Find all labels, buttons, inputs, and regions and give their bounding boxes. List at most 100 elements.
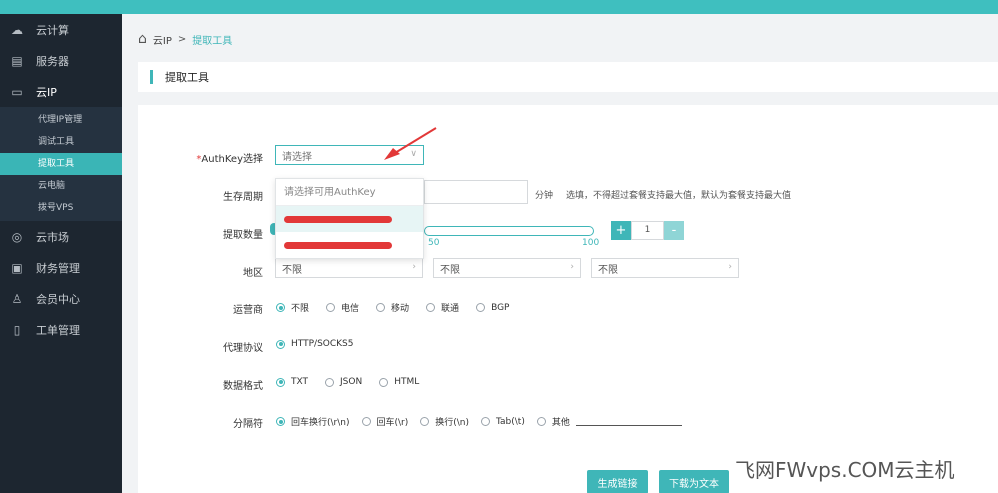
format-option-json[interactable]: JSON — [325, 377, 362, 387]
finance-icon: ▣ — [11, 260, 23, 275]
download-text-button[interactable]: 下载为文本 — [659, 470, 729, 493]
server-icon: ▤ — [11, 53, 23, 68]
sidebar-subitem-proxy-ip[interactable]: 代理IP管理 — [0, 109, 122, 131]
sidebar-item-label: 财务管理 — [36, 261, 80, 275]
dropdown-option[interactable] — [276, 206, 423, 232]
isp-option-unicom[interactable]: 联通 — [426, 301, 459, 314]
sidebar-item-label: 云IP — [36, 85, 57, 99]
slider-tick-mid: 50 — [428, 238, 440, 248]
radio-icon[interactable] — [326, 303, 336, 312]
breadcrumb-root[interactable]: 云IP — [153, 32, 172, 47]
region-select-2[interactable]: 不限 › — [433, 258, 581, 278]
sidebar-subitem-dial-vps[interactable]: 拨号VPS — [0, 197, 122, 219]
authkey-select-value: 请选择 — [282, 151, 312, 163]
separator-option-cr[interactable]: 回车(\r) — [361, 415, 409, 428]
option-label: HTML — [394, 377, 420, 387]
separator-label: 分隔符 — [233, 419, 263, 430]
sidebar-item-label: 服务器 — [36, 54, 69, 68]
sidebar-item-label: 云市场 — [36, 230, 69, 244]
sidebar-item-cloud-ip[interactable]: ▭ 云IP — [0, 76, 122, 107]
isp-option-mobile[interactable]: 移动 — [376, 301, 409, 314]
region-select-value: 不限 — [282, 264, 302, 276]
option-label: 电信 — [341, 304, 360, 314]
option-label: Tab(\t) — [496, 416, 525, 427]
sidebar-subitem-debug-tool[interactable]: 调试工具 — [0, 131, 122, 153]
isp-option-any[interactable]: 不限 — [276, 301, 309, 314]
sidebar-item-ticket[interactable]: ▯ 工单管理 — [0, 314, 122, 345]
separator-option-other[interactable]: 其他 — [536, 415, 570, 428]
slider-tick-max: 100 — [582, 238, 600, 248]
radio-icon[interactable] — [276, 303, 285, 312]
lifetime-label: 生存周期 — [223, 192, 263, 203]
separator-option-tab[interactable]: Tab(\t) — [481, 417, 525, 427]
radio-icon[interactable] — [426, 303, 436, 312]
page-title-bar: 提取工具 — [138, 62, 998, 92]
option-label: 联通 — [441, 304, 460, 314]
dropdown-placeholder: 请选择可用AuthKey — [276, 179, 423, 206]
radio-icon[interactable] — [536, 417, 546, 426]
radio-icon[interactable] — [325, 377, 335, 387]
sidebar-item-label: 工单管理 — [36, 323, 80, 337]
home-icon[interactable]: ⌂ — [138, 31, 147, 47]
sidebar-item-finance[interactable]: ▣ 财务管理 — [0, 252, 122, 283]
radio-icon[interactable] — [276, 417, 285, 426]
sidebar-submenu-cloud-ip: 代理IP管理 调试工具 提取工具 云电脑 拨号VPS — [0, 107, 122, 221]
option-label: BGP — [491, 302, 510, 313]
globe-icon: ◎ — [11, 229, 23, 244]
breadcrumb: ⌂ 云IP > 提取工具 — [138, 26, 232, 52]
quantity-stepper[interactable]: 1 — [631, 221, 664, 240]
protocol-label: 代理协议 — [223, 343, 263, 354]
sidebar-item-server[interactable]: ▤ 服务器 — [0, 45, 122, 76]
radio-icon[interactable] — [376, 303, 386, 312]
sidebar-item-cloud-compute[interactable]: ☁ 云计算 — [0, 14, 122, 45]
region-select-1[interactable]: 不限 › — [275, 258, 423, 278]
option-label: HTTP/SOCKS5 — [291, 339, 354, 349]
decrement-button[interactable]: - — [664, 221, 684, 240]
radio-icon[interactable] — [276, 339, 285, 349]
quantity-slider-track[interactable] — [424, 226, 594, 236]
chevron-right-icon: › — [570, 262, 574, 272]
radio-icon[interactable] — [276, 377, 285, 387]
radio-icon[interactable] — [476, 303, 486, 312]
separator-option-lf[interactable]: 换行(\n) — [420, 415, 469, 428]
chevron-right-icon: › — [728, 262, 732, 272]
option-label: 换行(\n) — [435, 418, 470, 428]
protocol-option-http-socks5[interactable]: HTTP/SOCKS5 — [276, 339, 354, 349]
increment-button[interactable]: + — [611, 221, 631, 240]
sidebar-item-member[interactable]: ♙ 会员中心 — [0, 283, 122, 314]
authkey-label: *AuthKey选择 — [183, 150, 263, 165]
format-label: 数据格式 — [223, 381, 263, 392]
separator-option-crlf[interactable]: 回车换行(\r\n) — [276, 415, 350, 428]
sidebar-item-label: 云计算 — [36, 23, 69, 37]
authkey-dropdown: 请选择可用AuthKey — [275, 178, 424, 259]
radio-icon[interactable] — [361, 417, 371, 426]
region-select-3[interactable]: 不限 › — [591, 258, 739, 278]
isp-option-telecom[interactable]: 电信 — [326, 301, 359, 314]
radio-icon[interactable] — [481, 417, 491, 426]
authkey-label-text: AuthKey选择 — [201, 154, 263, 165]
separator-radio-group: 回车换行(\r\n) 回车(\r) 换行(\n) Tab(\t) 其他 — [276, 415, 682, 428]
breadcrumb-current: 提取工具 — [192, 35, 233, 47]
sidebar-item-market[interactable]: ◎ 云市场 — [0, 221, 122, 252]
isp-radio-group: 不限 电信 移动 联通 BGP — [276, 301, 509, 314]
dropdown-option[interactable] — [276, 232, 423, 258]
radio-icon[interactable] — [420, 417, 430, 426]
quantity-label: 提取数量 — [223, 230, 263, 241]
sidebar-subitem-cloud-pc[interactable]: 云电脑 — [0, 175, 122, 197]
lifetime-input[interactable] — [424, 180, 528, 204]
redacted-mark — [284, 216, 392, 223]
isp-option-bgp[interactable]: BGP — [476, 303, 509, 313]
generate-link-button[interactable]: 生成链接 — [587, 470, 648, 493]
sidebar-subitem-extract-tool[interactable]: 提取工具 — [0, 153, 122, 175]
sidebar-item-label: 会员中心 — [36, 292, 80, 306]
chevron-right-icon: › — [412, 262, 416, 272]
cloud-icon: ☁ — [11, 22, 23, 37]
protocol-radio-group: HTTP/SOCKS5 — [276, 339, 354, 349]
radio-icon[interactable] — [379, 377, 389, 387]
format-option-html[interactable]: HTML — [379, 377, 419, 387]
form-panel — [138, 105, 998, 493]
option-label: 回车(\r) — [376, 418, 409, 428]
separator-other-input[interactable] — [575, 425, 682, 426]
breadcrumb-separator: > — [177, 33, 187, 45]
format-option-txt[interactable]: TXT — [276, 377, 308, 387]
